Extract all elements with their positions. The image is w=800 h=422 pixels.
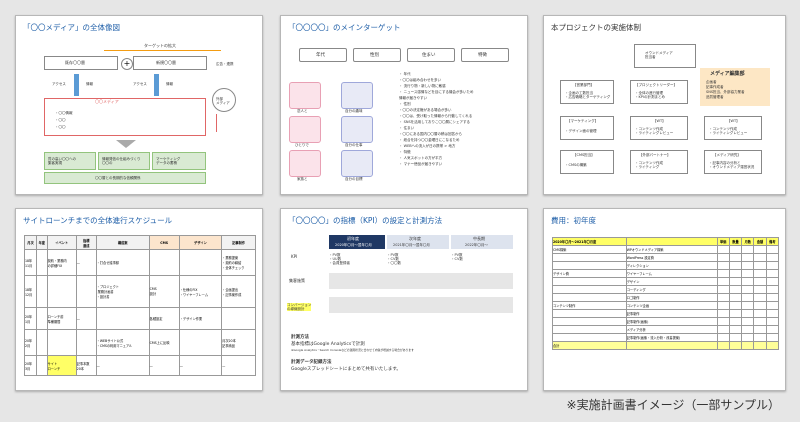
phase-2: 次年度 2021年〇月〜翌年〇月 (387, 235, 449, 249)
slide-schedule: サイトローンチまでの全体進行スケジュール 月次 年度 イベント 指標 達成 構成案 CMS… (15, 208, 263, 391)
slide-overall-diagram: 「〇〇メディア」の全体像図 ターゲットの拡大 既存〇〇層 + 新規〇〇層 アクセ… (15, 15, 263, 195)
phase-1: 初年度 2020年〇月〜翌年〇月 (329, 235, 385, 249)
person-icon (341, 82, 373, 109)
person-icon (289, 116, 321, 143)
arrow-up-down-icon (154, 74, 159, 96)
new-box: 新規〇〇層 (133, 56, 207, 70)
person-icon (341, 150, 373, 177)
phase-3: 中長期 2022年〇月〜 (451, 235, 513, 249)
person-icon (341, 116, 373, 143)
slide-title: 「〇〇〇〇」の指標（KPI）の設定と計測方法 (288, 216, 443, 225)
plus-icon: + (121, 58, 133, 70)
media-box: 〇〇メディア ・〇〇情報 ・〇〇 ・〇〇 (44, 98, 206, 136)
target-expand-label: ターゲットの拡大 (144, 43, 176, 48)
bottom-2: 情報発信の仕組みづくり 〇〇の (98, 152, 150, 170)
slide-title: 「〇〇〇〇」のメインターゲット (288, 23, 401, 32)
cost-table: 2020年〇月〜2021年〇月度 単価 数量 月数 金額 備考 CMS構築 WPオウンドメデ… (552, 237, 780, 350)
slide-main-target: 「〇〇〇〇」のメインターゲット 年代 性別 住まい 特徴 恋人と 自分の趣味 ひ… (280, 15, 528, 195)
owner-box: オウンドメディア 担当者 (634, 44, 696, 68)
slide-title: サイトローンチまでの全体進行スケジュール (23, 216, 173, 225)
team-box: メディア編集部 企画者 記事作成者 SNS担当、外部協力業者 品質管理者 (700, 68, 770, 106)
arrow-down-icon (116, 140, 136, 148)
existing-box: 既存〇〇層 (44, 56, 118, 70)
person-icon (289, 82, 321, 109)
person-icon (289, 150, 321, 177)
bottom-1: 質の高い〇〇への 集客実現 (44, 152, 96, 170)
footer-box: 〇〇層との長期的な信頼関係 (44, 172, 206, 184)
schedule-table: 月次 年度 イベント 指標 達成 構成案 CMS デザイン 記事制作 18年 11月 契約・業務… (24, 235, 256, 376)
slide-structure: 本プロジェクトの実施体制 オウンドメディア 担当者 メディア編集部 企画者 記事… (543, 15, 786, 195)
arrow-up-down-icon (74, 74, 79, 96)
bottom-3: マーケティング データの蓄積 (152, 152, 206, 170)
slide-kpi: 「〇〇〇〇」の指標（KPI）の設定と計測方法 初年度 2020年〇月〜翌年〇月 次… (280, 208, 528, 391)
slide-title: 費用：初年度 (551, 216, 596, 225)
outside-media-box: 外部 メディア (212, 88, 236, 112)
slide-title: 本プロジェクトの実施体制 (551, 23, 641, 32)
slide-title: 「〇〇メディア」の全体像図 (23, 23, 120, 32)
caption: ※実施計画書イメージ（一部サンプル） (566, 398, 780, 412)
slide-cost: 費用：初年度 2020年〇月〜2021年〇月度 単価 数量 月数 金額 備考 CMS構築 W… (543, 208, 786, 391)
